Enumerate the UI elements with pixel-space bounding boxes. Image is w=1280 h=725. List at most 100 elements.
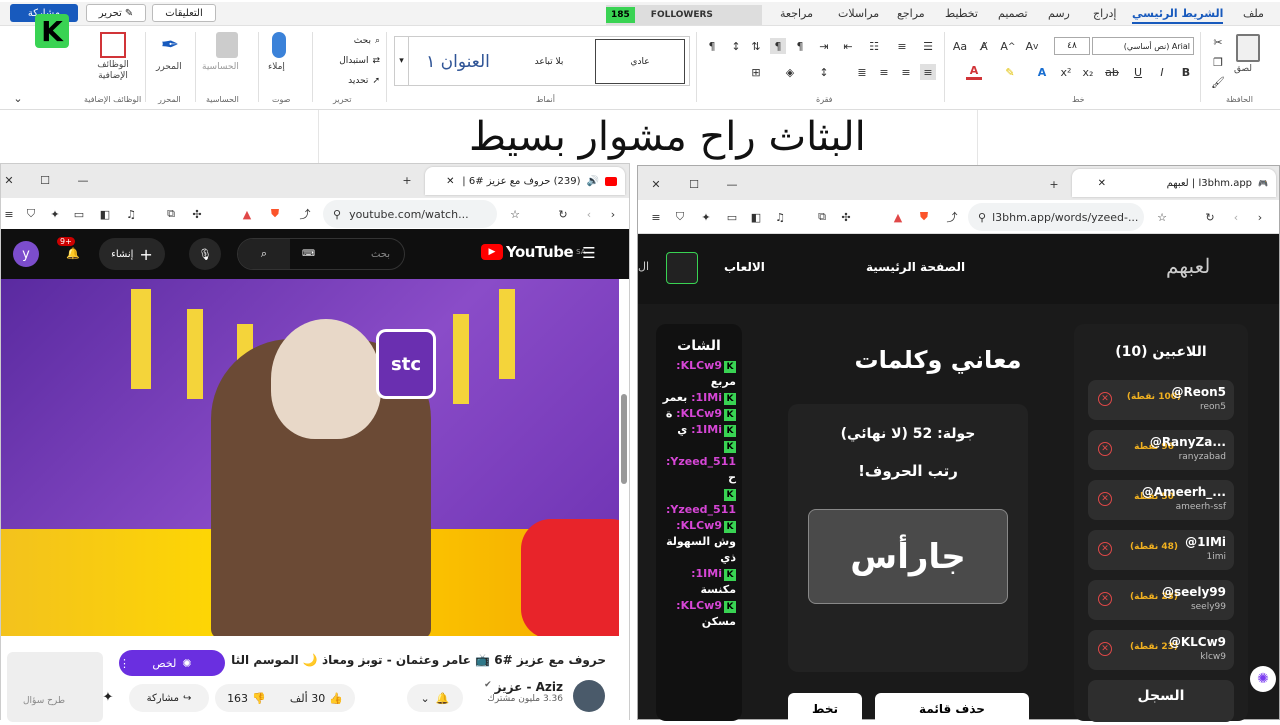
remove-player-icon[interactable]: ✕ bbox=[1098, 392, 1112, 406]
font-color-icon[interactable]: A bbox=[966, 64, 982, 80]
underline-icon[interactable]: U bbox=[1130, 64, 1146, 80]
rtl-icon[interactable]: ¶ bbox=[770, 38, 786, 54]
channel-avatar[interactable] bbox=[573, 680, 605, 712]
tab-close-icon[interactable]: ✕ bbox=[446, 176, 454, 187]
forward-icon[interactable]: ‹ bbox=[1228, 209, 1244, 225]
yt-tab[interactable]: 🔊 (239) حروف مع عزيز #6 | عا ✕ bbox=[425, 167, 625, 195]
style-heading1[interactable]: العنوان ١ bbox=[413, 39, 503, 84]
share-url-icon[interactable]: ⤴ bbox=[297, 206, 313, 222]
style-normal[interactable]: عادي bbox=[595, 39, 685, 84]
scrollbar[interactable] bbox=[621, 394, 627, 484]
reload-icon[interactable]: ↻ bbox=[555, 206, 571, 222]
voice-search-button[interactable]: 🎙 bbox=[189, 238, 221, 270]
brave-shield-icon[interactable]: ⛊ bbox=[916, 209, 932, 225]
create-button[interactable]: إنشاء + bbox=[99, 238, 165, 270]
bullets-icon[interactable]: ☰ bbox=[920, 38, 936, 54]
superscript-icon[interactable]: x² bbox=[1058, 64, 1074, 80]
borders-icon[interactable]: ⊞ bbox=[748, 64, 764, 80]
hamburger-icon[interactable]: ☰ bbox=[581, 244, 597, 262]
numbering-icon[interactable]: ≡ bbox=[894, 38, 910, 54]
site-logo[interactable]: لعبهم bbox=[1166, 254, 1210, 278]
forward-icon[interactable]: ‹ bbox=[581, 206, 597, 222]
align-left-icon[interactable]: ≡ bbox=[876, 64, 892, 80]
styles-more-button[interactable]: ▾ bbox=[395, 37, 409, 85]
collapse-ribbon-icon[interactable]: ⌄ bbox=[10, 90, 26, 106]
cut-icon[interactable]: ✂ bbox=[1210, 34, 1226, 50]
align-right-icon[interactable]: ≡ bbox=[920, 64, 936, 80]
clear-format-icon[interactable]: A̸ bbox=[976, 38, 992, 54]
menu-icon[interactable]: ≡ bbox=[648, 209, 664, 225]
nav-games[interactable]: الالعاب bbox=[724, 260, 765, 274]
remove-player-icon[interactable]: ✕ bbox=[1098, 592, 1112, 606]
music-icon[interactable]: ♫ bbox=[772, 209, 788, 225]
maximize-icon[interactable]: ☐ bbox=[37, 172, 53, 188]
tab-design[interactable]: تصميم bbox=[998, 7, 1028, 20]
brave-shield-icon[interactable]: ⛊ bbox=[267, 206, 283, 222]
arrows-icon[interactable]: ↕ bbox=[728, 38, 744, 54]
share-url-icon[interactable]: ⤴ bbox=[944, 209, 960, 225]
tab-review[interactable]: مراجعة bbox=[780, 7, 813, 20]
document-page[interactable]: البثاث راح مشوار بسيط bbox=[318, 110, 978, 170]
skip-button[interactable]: تخط bbox=[788, 693, 862, 725]
video-player[interactable]: stc bbox=[1, 279, 619, 636]
tab-insert[interactable]: إدراج bbox=[1093, 7, 1116, 20]
editor-icon[interactable]: ✒ bbox=[158, 32, 182, 58]
avatar[interactable]: y bbox=[13, 241, 39, 267]
new-tab-icon[interactable]: + bbox=[1046, 176, 1062, 192]
bookmark-icon[interactable]: ☆ bbox=[1154, 209, 1170, 225]
search-icon[interactable]: ⌕ bbox=[238, 239, 290, 269]
brave-rewards-icon[interactable]: ▲ bbox=[239, 206, 255, 222]
sensitivity-icon[interactable] bbox=[216, 32, 238, 58]
extensions-icon[interactable]: ✦ bbox=[47, 206, 63, 222]
l3-tab[interactable]: 🎮 l3bhm.app | لعبهم ✕ bbox=[1072, 169, 1276, 197]
maximize-icon[interactable]: ☐ bbox=[686, 176, 702, 192]
paste-icon[interactable] bbox=[1236, 34, 1260, 62]
highlight-icon[interactable]: ✎ bbox=[1002, 64, 1018, 80]
youtube-logo[interactable]: ▶ YouTube SA bbox=[481, 243, 586, 261]
microphone-icon[interactable] bbox=[272, 32, 286, 58]
bookmark-icon[interactable]: ☆ bbox=[507, 206, 523, 222]
back-icon[interactable]: › bbox=[1252, 209, 1268, 225]
sidebar-icon[interactable]: ◧ bbox=[748, 209, 764, 225]
justify-icon[interactable]: ≣ bbox=[854, 64, 870, 80]
increase-indent-icon[interactable]: ⇥ bbox=[816, 38, 832, 54]
format-painter-icon[interactable]: 🖌 bbox=[1210, 74, 1226, 90]
extensions-icon[interactable]: ✦ bbox=[698, 209, 714, 225]
change-case-icon[interactable]: Aa bbox=[952, 38, 968, 54]
subscribe-bell-button[interactable]: ⌄ 🔔 bbox=[407, 684, 463, 712]
screenshot-icon[interactable]: ⧉ bbox=[814, 209, 830, 225]
close-window-icon[interactable]: ✕ bbox=[648, 176, 664, 192]
screenshot-icon[interactable]: ⧉ bbox=[163, 206, 179, 222]
summarize-button[interactable]: ⋮ لخص ✺ bbox=[119, 650, 225, 676]
like-button[interactable]: 👍 30 ألف bbox=[290, 692, 343, 705]
tab-layout[interactable]: تخطيط bbox=[945, 7, 978, 20]
tab-draw[interactable]: رسم bbox=[1048, 7, 1070, 20]
tab-home[interactable]: الشريط الرئيسي bbox=[1132, 7, 1224, 24]
new-tab-icon[interactable]: + bbox=[399, 172, 415, 188]
ltr-icon[interactable]: ¶ bbox=[792, 38, 808, 54]
subscript-icon[interactable]: x₂ bbox=[1080, 64, 1096, 80]
edit-mode-button[interactable]: تحرير ✎ bbox=[86, 4, 146, 22]
search-box[interactable]: ⌕ ⌨ بحث bbox=[237, 238, 405, 270]
line-spacing-icon[interactable]: ↕ bbox=[816, 64, 832, 80]
bold-icon[interactable]: B bbox=[1178, 64, 1194, 80]
bell-icon[interactable]: 🔔 bbox=[65, 245, 81, 261]
text-effects-icon[interactable]: A bbox=[1034, 64, 1050, 80]
copy-icon[interactable]: ❐ bbox=[1210, 54, 1226, 70]
style-no-spacing[interactable]: بلا تباعد bbox=[505, 39, 593, 84]
shield-icon[interactable]: ⛉ bbox=[23, 206, 39, 222]
remove-player-icon[interactable]: ✕ bbox=[1098, 442, 1112, 456]
brave-rewards-icon[interactable]: ▲ bbox=[890, 209, 906, 225]
share-button-yt[interactable]: ↪ مشاركة bbox=[129, 684, 209, 712]
document-text[interactable]: البثاث راح مشوار بسيط bbox=[469, 114, 866, 160]
close-window-icon[interactable]: ✕ bbox=[1, 172, 17, 188]
puzzle-icon[interactable]: ✣ bbox=[838, 209, 854, 225]
font-name-select[interactable]: Arial (نص أساسي) bbox=[1092, 37, 1194, 55]
font-size-select[interactable]: ٤٨ bbox=[1054, 37, 1090, 55]
back-icon[interactable]: › bbox=[605, 206, 621, 222]
shrink-font-icon[interactable]: Av bbox=[1024, 38, 1040, 54]
wallet-icon[interactable]: ▭ bbox=[724, 209, 740, 225]
italic-icon[interactable]: I bbox=[1154, 64, 1170, 80]
keyboard-icon[interactable]: ⌨ bbox=[302, 249, 315, 259]
music-icon[interactable]: ♫ bbox=[123, 206, 139, 222]
